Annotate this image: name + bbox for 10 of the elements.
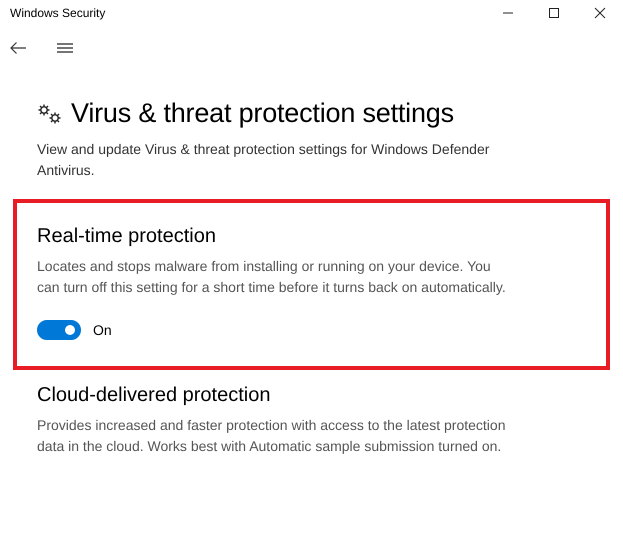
toggle-label: On	[93, 322, 112, 338]
page-title: Virus & threat protection settings	[71, 98, 454, 129]
toggle-switch[interactable]	[37, 320, 81, 340]
section-description: Locates and stops malware from installing or running on your device. You can turn off this setting for a short time before it turns back on automatically.	[37, 257, 507, 297]
gears-icon	[37, 102, 63, 124]
section-description: Provides increased and faster protection with access to the latest protection data in the cloud. Works best with Automatic sample submission turned on.	[37, 416, 506, 456]
page-description: View and update Virus & threat protection settings for Windows Defender Antivirus.	[37, 140, 490, 180]
section-title: Real-time protection	[37, 225, 217, 248]
window-title: Windows Security	[10, 6, 106, 20]
section-title: Cloud-delivered protection	[37, 384, 272, 407]
